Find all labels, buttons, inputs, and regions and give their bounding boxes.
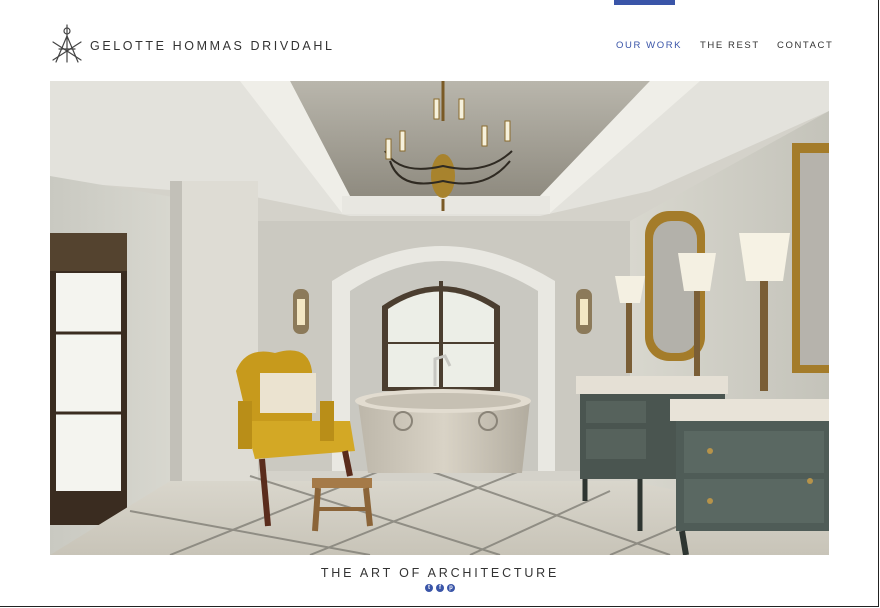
nav-the-rest[interactable]: THE REST <box>700 40 760 51</box>
social-links: t f p <box>0 584 880 592</box>
twitter-icon[interactable]: t <box>425 584 433 592</box>
active-nav-indicator <box>614 0 675 5</box>
nav-contact[interactable]: CONTACT <box>777 40 833 51</box>
firm-name[interactable]: GELOTTE HOMMAS DRIVDAHL <box>90 39 335 53</box>
hero-image <box>50 81 829 555</box>
nav-our-work[interactable]: OUR WORK <box>616 40 682 51</box>
pinterest-icon[interactable]: p <box>447 584 455 592</box>
firm-logo-icon[interactable] <box>50 22 84 64</box>
tagline: THE ART OF ARCHITECTURE <box>320 566 560 580</box>
facebook-icon[interactable]: f <box>436 584 444 592</box>
